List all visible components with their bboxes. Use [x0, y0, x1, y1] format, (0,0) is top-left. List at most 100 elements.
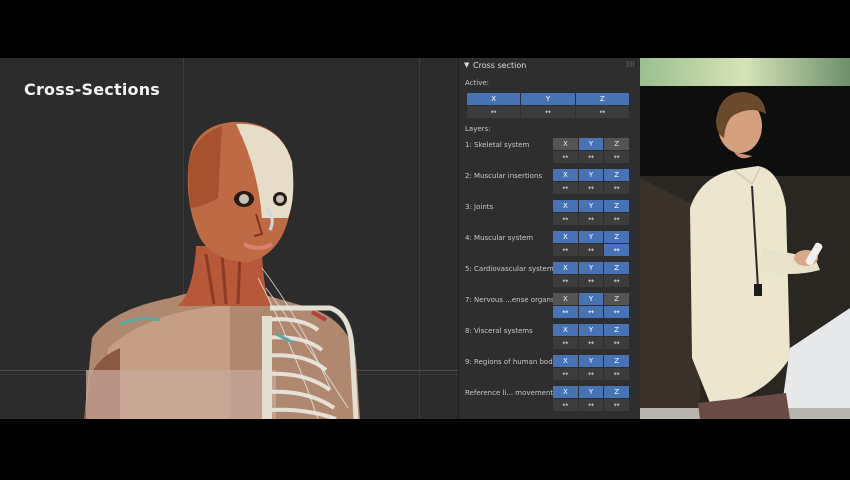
- layer-axes-grid: X Y Z ↔ ↔ ↔: [553, 169, 630, 194]
- layer-row: 1: Skeletal system X Y Z ↔ ↔ ↔: [459, 138, 641, 164]
- layer-flip-y-toggle[interactable]: ↔: [578, 306, 605, 318]
- layer-axis-y-toggle[interactable]: Y: [578, 262, 605, 274]
- layer-flip-z-toggle[interactable]: ↔: [604, 151, 630, 163]
- layer-flip-x-toggle[interactable]: ↔: [553, 337, 579, 349]
- layer-flip-x-toggle[interactable]: ↔: [553, 399, 579, 411]
- layer-name: 3: Joints: [465, 203, 494, 211]
- layer-flip-z-toggle[interactable]: ↔: [604, 337, 630, 349]
- layer-flip-y-toggle[interactable]: ↔: [578, 182, 605, 194]
- layer-axes-grid: X Y Z ↔ ↔ ↔: [553, 262, 630, 287]
- layer-axis-x-toggle[interactable]: X: [553, 324, 579, 336]
- layer-axis-z-toggle[interactable]: Z: [604, 386, 630, 398]
- layer-flip-x-toggle[interactable]: ↔: [553, 151, 579, 163]
- layer-axis-x-toggle[interactable]: X: [553, 138, 579, 150]
- layer-flip-z-toggle[interactable]: ↔: [604, 306, 630, 318]
- active-axis-y-toggle[interactable]: Y: [521, 93, 576, 105]
- active-label: Active:: [465, 79, 490, 87]
- layer-flip-x-toggle[interactable]: ↔: [553, 244, 579, 256]
- layer-axis-y-toggle[interactable]: Y: [578, 324, 605, 336]
- layer-axes-grid: X Y Z ↔ ↔ ↔: [553, 386, 630, 411]
- layers-label: Layers:: [465, 125, 491, 133]
- layer-flip-y-toggle[interactable]: ↔: [578, 213, 605, 225]
- presenter-video: [640, 58, 850, 419]
- active-axis-x-toggle[interactable]: X: [467, 93, 522, 105]
- layer-flip-y-toggle[interactable]: ↔: [578, 275, 605, 287]
- layer-axis-x-toggle[interactable]: X: [553, 200, 579, 212]
- layer-name: 1: Skeletal system: [465, 141, 530, 149]
- layer-flip-z-toggle[interactable]: ↔: [604, 399, 630, 411]
- layer-flip-x-toggle[interactable]: ↔: [553, 213, 579, 225]
- layer-axis-z-toggle[interactable]: Z: [604, 293, 630, 305]
- layer-name: 8: Visceral systems: [465, 327, 533, 335]
- layer-axis-y-toggle[interactable]: Y: [578, 386, 605, 398]
- layer-row: 5: Cardiovascular system X Y Z ↔ ↔ ↔: [459, 262, 641, 288]
- layer-name: 2: Muscular insertions: [465, 172, 543, 180]
- layer-row: 9: Regions of human bod X Y Z ↔ ↔ ↔: [459, 355, 641, 381]
- layer-flip-z-toggle[interactable]: ↔: [604, 368, 630, 380]
- layer-row: 2: Muscular insertions X Y Z ↔ ↔ ↔: [459, 169, 641, 195]
- layer-axis-z-toggle[interactable]: Z: [604, 169, 630, 181]
- layer-axis-y-toggle[interactable]: Y: [578, 231, 605, 243]
- layer-axis-y-toggle[interactable]: Y: [578, 200, 605, 212]
- layer-flip-y-toggle[interactable]: ↔: [578, 244, 605, 256]
- layer-row: Reference li... movements X Y Z ↔ ↔ ↔: [459, 386, 641, 412]
- panel-title: Cross section: [473, 61, 527, 70]
- layer-flip-x-toggle[interactable]: ↔: [553, 306, 579, 318]
- layer-axis-x-toggle[interactable]: X: [553, 386, 579, 398]
- layer-flip-z-toggle[interactable]: ↔: [604, 213, 630, 225]
- layer-axis-x-toggle[interactable]: X: [553, 169, 579, 181]
- active-axis-z-toggle[interactable]: Z: [575, 93, 629, 105]
- layer-axes-grid: X Y Z ↔ ↔ ↔: [553, 231, 630, 256]
- layer-row: 8: Visceral systems X Y Z ↔ ↔ ↔: [459, 324, 641, 350]
- layer-axis-x-toggle[interactable]: X: [553, 262, 579, 274]
- layer-flip-x-toggle[interactable]: ↔: [553, 275, 579, 287]
- layer-axes-grid: X Y Z ↔ ↔ ↔: [553, 293, 630, 318]
- layer-axis-x-toggle[interactable]: X: [553, 231, 579, 243]
- layer-flip-z-toggle[interactable]: ↔: [604, 275, 630, 287]
- 3d-viewport[interactable]: Cross-Sections: [0, 58, 458, 419]
- layer-flip-y-toggle[interactable]: ↔: [578, 151, 605, 163]
- layer-flip-z-toggle[interactable]: ↔: [604, 244, 630, 256]
- layer-name: 7: Nervous ...ense organs: [465, 296, 555, 304]
- layer-axis-z-toggle[interactable]: Z: [604, 138, 630, 150]
- layer-name: Reference li... movements: [465, 389, 557, 397]
- panel-header[interactable]: ▼ Cross section ⠿⠿: [459, 58, 641, 73]
- layer-axis-x-toggle[interactable]: X: [553, 355, 579, 367]
- letterbox-bottom: [0, 419, 850, 480]
- layer-axes-grid: X Y Z ↔ ↔ ↔: [553, 138, 630, 163]
- active-axes-grid: X Y Z ↔ ↔ ↔: [467, 93, 629, 118]
- anatomy-model[interactable]: [0, 58, 458, 419]
- layer-axis-y-toggle[interactable]: Y: [578, 169, 605, 181]
- chevron-down-icon[interactable]: ▼: [464, 58, 469, 73]
- layer-row: 3: Joints X Y Z ↔ ↔ ↔: [459, 200, 641, 226]
- layer-row: 4: Muscular system X Y Z ↔ ↔ ↔: [459, 231, 641, 257]
- cross-section-panel: ▼ Cross section ⠿⠿ Active: X Y Z ↔ ↔ ↔ L…: [458, 58, 641, 419]
- drag-handle-icon[interactable]: ⠿⠿: [626, 58, 635, 73]
- layer-axis-z-toggle[interactable]: Z: [604, 200, 630, 212]
- active-flip-y-toggle[interactable]: ↔: [521, 106, 576, 118]
- layer-axes-grid: X Y Z ↔ ↔ ↔: [553, 355, 630, 380]
- layer-axis-z-toggle[interactable]: Z: [604, 231, 630, 243]
- active-flip-z-toggle[interactable]: ↔: [575, 106, 629, 118]
- layer-axis-z-toggle[interactable]: Z: [604, 262, 630, 274]
- viewport-title: Cross-Sections: [24, 80, 161, 99]
- layer-flip-x-toggle[interactable]: ↔: [553, 368, 579, 380]
- letterbox-top: [0, 0, 850, 58]
- layer-flip-y-toggle[interactable]: ↔: [578, 337, 605, 349]
- layer-flip-y-toggle[interactable]: ↔: [578, 368, 605, 380]
- layer-axis-z-toggle[interactable]: Z: [604, 324, 630, 336]
- layer-flip-x-toggle[interactable]: ↔: [553, 182, 579, 194]
- layer-axis-y-toggle[interactable]: Y: [578, 355, 605, 367]
- layer-axis-z-toggle[interactable]: Z: [604, 355, 630, 367]
- layer-axis-x-toggle[interactable]: X: [553, 293, 579, 305]
- presenter-image: [640, 58, 850, 419]
- layer-axes-grid: X Y Z ↔ ↔ ↔: [553, 324, 630, 349]
- layer-axis-y-toggle[interactable]: Y: [578, 138, 605, 150]
- layer-name: 9: Regions of human bod: [465, 358, 553, 366]
- layer-row: 7: Nervous ...ense organs X Y Z ↔ ↔ ↔: [459, 293, 641, 319]
- layer-flip-y-toggle[interactable]: ↔: [578, 399, 605, 411]
- layer-axis-y-toggle[interactable]: Y: [578, 293, 605, 305]
- active-flip-x-toggle[interactable]: ↔: [467, 106, 522, 118]
- layer-name: 4: Muscular system: [465, 234, 534, 242]
- layer-flip-z-toggle[interactable]: ↔: [604, 182, 630, 194]
